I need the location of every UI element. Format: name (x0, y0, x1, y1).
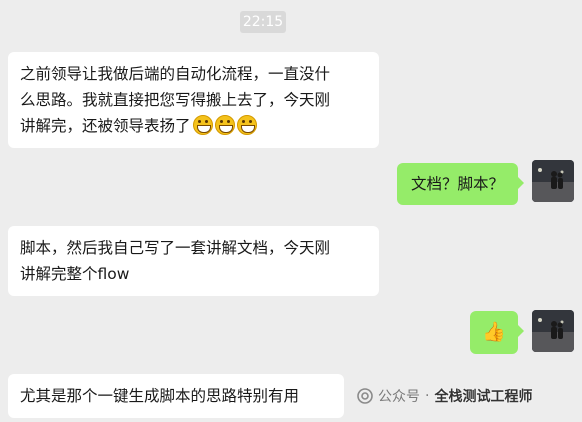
wechat-official-account-icon (357, 388, 373, 404)
thumbs-up-icon: 👍 (482, 321, 506, 343)
outgoing-message-bubble[interactable]: 👍 (470, 311, 524, 354)
watermark: 公众号 · 全栈测试工程师 (357, 386, 532, 406)
user-avatar[interactable] (532, 160, 574, 202)
incoming-message-bubble[interactable]: 脚本，然后我自己写了一套讲解文档，今天刚 讲解完整个flow (8, 226, 379, 296)
watermark-account-name: 全栈测试工程师 (434, 389, 533, 405)
watermark-label: 公众号 (378, 389, 420, 405)
user-avatar[interactable] (532, 310, 574, 352)
message-text: 尤其是那个一键生成脚本的思路特别有用 (20, 387, 300, 405)
incoming-message-bubble[interactable]: 尤其是那个一键生成脚本的思路特别有用 (8, 374, 344, 418)
grin-emoji-icon (214, 115, 235, 135)
avatar-photo-icon (532, 310, 574, 352)
avatar-photo-icon (532, 160, 574, 202)
watermark-separator: · (425, 388, 430, 404)
message-timestamp: 22:15 (240, 11, 286, 33)
grin-emoji-icon (192, 115, 213, 135)
message-text: 文档？脚本？ (410, 175, 504, 193)
grin-emoji-icon (236, 115, 257, 135)
outgoing-message-bubble[interactable]: 文档？脚本？ (396, 163, 525, 205)
message-text: 之前领导让我做后端的自动化流程，一直没什 么思路。我就直接把您写得搬上去了，今天… (20, 65, 331, 135)
incoming-message-bubble[interactable]: 之前领导让我做后端的自动化流程，一直没什 么思路。我就直接把您写得搬上去了，今天… (8, 52, 379, 148)
message-text: 脚本，然后我自己写了一套讲解文档，今天刚 讲解完整个flow (20, 239, 331, 283)
